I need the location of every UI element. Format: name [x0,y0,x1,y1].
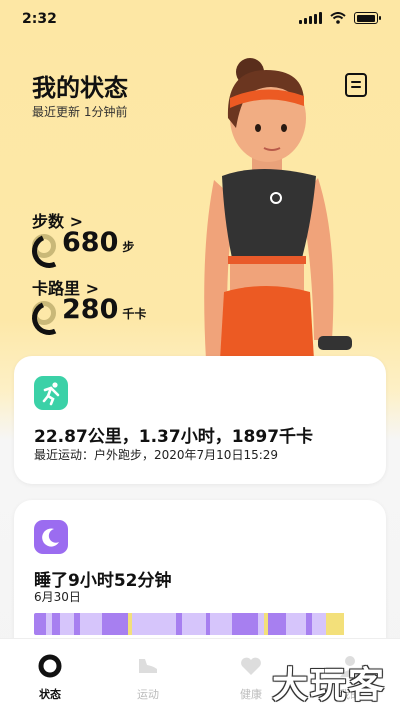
calories-value-row: 280 千卡 [62,294,146,325]
running-icon [34,376,68,410]
watermark-text: 大玩客 [271,665,386,706]
wifi-icon [330,12,346,24]
activity-detail: 最近运动：户外跑步，2020年7月10日15:29 [34,448,279,462]
battery-icon [354,12,381,24]
activity-card[interactable]: 22.87公里，1.37小时，1897千卡 最近运动：户外跑步，2020年7月1… [14,356,386,484]
last-updated-text: 最近更新 1分钟前 [32,105,128,119]
app-screen: 2:32 我的状态 最近更新 1分钟前 步数 > 680 步 卡路里 > 280… [0,0,400,711]
calories-progress-ring-icon [32,301,56,325]
tab-status[interactable]: 状态 [20,653,80,702]
shoe-icon [139,659,157,673]
tab-sport[interactable]: 运动 [118,653,178,702]
status-ring-icon [38,654,62,678]
page-title: 我的状态 [32,74,128,102]
status-icons [299,12,381,24]
sleep-date: 6月30日 [34,590,81,604]
steps-unit: 步 [122,240,135,254]
tab-sport-label: 运动 [137,688,159,701]
calories-value: 280 [62,294,119,325]
status-time: 2:32 [22,11,57,27]
avatar-illustration [204,58,352,360]
tab-status-label: 状态 [39,688,61,701]
heart-icon [241,657,261,675]
sleep-stage-bar [34,613,366,635]
moon-icon [34,520,68,554]
steps-value-row: 680 步 [62,227,134,258]
signal-icon [299,12,322,24]
sleep-card[interactable]: 睡了9小时52分钟 6月30日 [14,500,386,660]
steps-value: 680 [62,227,119,258]
status-bar: 2:32 [0,0,400,38]
steps-progress-ring-icon [32,234,56,258]
activity-summary: 22.87公里，1.37小时，1897千卡 [34,427,314,447]
calories-unit: 千卡 [122,307,147,321]
